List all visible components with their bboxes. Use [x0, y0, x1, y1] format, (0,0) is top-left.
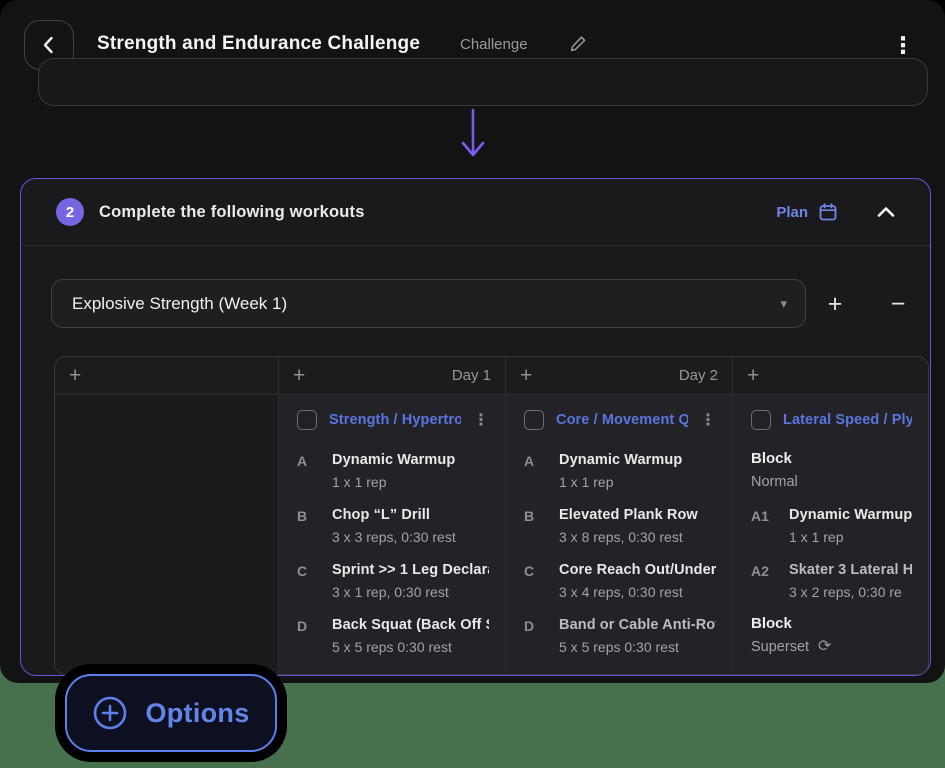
- exercise-name: Dynamic Warmup: [332, 452, 455, 468]
- exercise-row[interactable]: D Back Squat (Back Off Set) 5 x 5 reps 0…: [297, 617, 489, 655]
- add-workout-icon[interactable]: +: [520, 365, 532, 386]
- challenge-type-tag: Challenge: [460, 36, 528, 53]
- remove-week-button[interactable]: −: [879, 285, 917, 323]
- exercise-detail: 3 x 3 reps, 0:30 rest: [332, 529, 456, 545]
- block-label: Block: [751, 615, 912, 632]
- exercise-row[interactable]: A Dynamic Warmup 1 x 1 rep: [524, 452, 716, 490]
- exercise-detail: 5 x 5 reps 0:30 rest: [559, 639, 716, 655]
- exercise-row[interactable]: B Chop “L” Drill 3 x 3 reps, 0:30 rest: [297, 507, 489, 545]
- app-window: Strength and Endurance Challenge Challen…: [0, 0, 945, 683]
- board-body: Strength / Hypertro... ⋮ A Dynamic Warmu…: [55, 395, 928, 675]
- chevron-up-icon: [876, 205, 896, 219]
- exercise-detail: 5 x 5 reps 0:30 rest: [332, 639, 489, 655]
- exercise-detail: 1 x 1 rep: [559, 474, 682, 490]
- exercise-detail: 1 x 1 rep: [789, 529, 912, 545]
- exercise-row[interactable]: A2 Skater 3 Lateral Ho 3 x 2 reps, 0:30 …: [751, 562, 912, 600]
- step-title: Complete the following workouts: [99, 203, 365, 222]
- options-button-highlight-ring: Options: [55, 664, 287, 762]
- exercise-name: Chop “L” Drill: [332, 507, 456, 523]
- plan-link[interactable]: Plan: [776, 202, 838, 222]
- chevron-left-icon: [35, 31, 63, 59]
- workout-card-day2: Core / Movement Q... ⋮ A Dynamic Warmup …: [506, 395, 732, 655]
- add-week-button[interactable]: +: [816, 285, 854, 323]
- step-number-badge: 2: [56, 198, 84, 226]
- block-label: Block: [751, 450, 912, 467]
- workout-checkbox[interactable]: [751, 410, 771, 430]
- week-select-dropdown[interactable]: Explosive Strength (Week 1) ▾: [51, 279, 806, 328]
- exercise-row[interactable]: B Elevated Plank Row 3 x 8 reps, 0:30 re…: [524, 507, 716, 545]
- board-header-row: + + Day 1 + Day 2 +: [55, 357, 928, 395]
- day-2-label: Day 2: [679, 367, 718, 384]
- block-type: Normal: [751, 474, 912, 490]
- workout-menu-icon[interactable]: ⋮: [700, 410, 716, 430]
- day-1-label: Day 1: [452, 367, 491, 384]
- exercise-name: Elevated Plank Row: [559, 507, 698, 523]
- exercise-name: Core Reach Out/Under: [559, 562, 716, 578]
- options-button[interactable]: Options: [65, 674, 277, 752]
- board-column-day2: Core / Movement Q... ⋮ A Dynamic Warmup …: [506, 395, 733, 675]
- step-2-header: 2 Complete the following workouts Plan: [21, 179, 930, 246]
- exercise-name: Sprint >> 1 Leg Declarations: [332, 562, 489, 578]
- dropdown-caret-icon: ▾: [780, 296, 787, 312]
- exercise-detail: 3 x 8 reps, 0:30 rest: [559, 529, 698, 545]
- add-workout-icon[interactable]: +: [293, 365, 305, 386]
- options-button-label: Options: [145, 698, 249, 729]
- exercise-name: Back Squat (Back Off Set): [332, 617, 489, 633]
- workout-title-link[interactable]: Core / Movement Q...: [556, 412, 688, 428]
- exercise-name: Band or Cable Anti-Rotati...: [559, 617, 716, 633]
- exercise-row[interactable]: A Dynamic Warmup 1 x 1 rep: [297, 452, 489, 490]
- exercise-detail: 1 x 1 rep: [332, 474, 455, 490]
- workout-checkbox[interactable]: [524, 410, 544, 430]
- exercise-row[interactable]: D Band or Cable Anti-Rotati... 5 x 5 rep…: [524, 617, 716, 655]
- exercise-detail: 3 x 4 reps, 0:30 rest: [559, 584, 716, 600]
- block-type: Superset ⟳: [751, 639, 912, 655]
- exercise-name: Dynamic Warmup: [789, 507, 912, 523]
- board-header-cell-day2: + Day 2: [506, 357, 733, 394]
- exercise-detail: 3 x 1 rep, 0:30 rest: [332, 584, 489, 600]
- add-workout-icon[interactable]: +: [69, 365, 81, 386]
- board-header-cell: +: [55, 357, 279, 394]
- step-2-section: 2 Complete the following workouts Plan E…: [20, 178, 931, 676]
- exercise-row[interactable]: A1 Dynamic Warmup 1 x 1 rep: [751, 507, 912, 545]
- plan-label: Plan: [776, 204, 808, 221]
- workout-checkbox[interactable]: [297, 410, 317, 430]
- calendar-icon: [818, 202, 838, 222]
- workout-title-link[interactable]: Lateral Speed / Ply: [783, 412, 912, 428]
- plus-circle-icon: [92, 695, 128, 731]
- edit-pencil-icon[interactable]: [568, 34, 588, 54]
- week-select-value: Explosive Strength (Week 1): [72, 294, 287, 314]
- workouts-board: + + Day 1 + Day 2 +: [54, 356, 929, 675]
- exercise-name: Skater 3 Lateral Ho: [789, 562, 912, 578]
- exercise-detail: 3 x 2 reps, 0:30 re: [789, 584, 912, 600]
- exercise-name: Dynamic Warmup: [559, 452, 682, 468]
- collapsed-step-card[interactable]: [38, 58, 928, 106]
- workout-menu-icon[interactable]: ⋮: [473, 410, 489, 430]
- exercise-row[interactable]: C Sprint >> 1 Leg Declarations 3 x 1 rep…: [297, 562, 489, 600]
- flow-down-arrow-icon: [458, 107, 488, 165]
- workout-title-link[interactable]: Strength / Hypertro...: [329, 412, 461, 428]
- exercise-row[interactable]: C Core Reach Out/Under 3 x 4 reps, 0:30 …: [524, 562, 716, 600]
- board-column-empty: [55, 395, 279, 675]
- board-header-cell-day1: + Day 1: [279, 357, 506, 394]
- board-header-cell-day3: +: [733, 357, 928, 394]
- workout-card-day3: Lateral Speed / Ply Block Normal A1 Dyna…: [733, 395, 928, 655]
- board-column-day1: Strength / Hypertro... ⋮ A Dynamic Warmu…: [279, 395, 506, 675]
- workout-card-day1: Strength / Hypertro... ⋮ A Dynamic Warmu…: [279, 395, 505, 655]
- collapse-section-button[interactable]: [876, 205, 896, 219]
- page-title: Strength and Endurance Challenge: [97, 33, 420, 55]
- board-column-day3: Lateral Speed / Ply Block Normal A1 Dyna…: [733, 395, 928, 675]
- add-workout-icon[interactable]: +: [747, 365, 759, 386]
- superset-loop-icon: ⟳: [818, 639, 831, 655]
